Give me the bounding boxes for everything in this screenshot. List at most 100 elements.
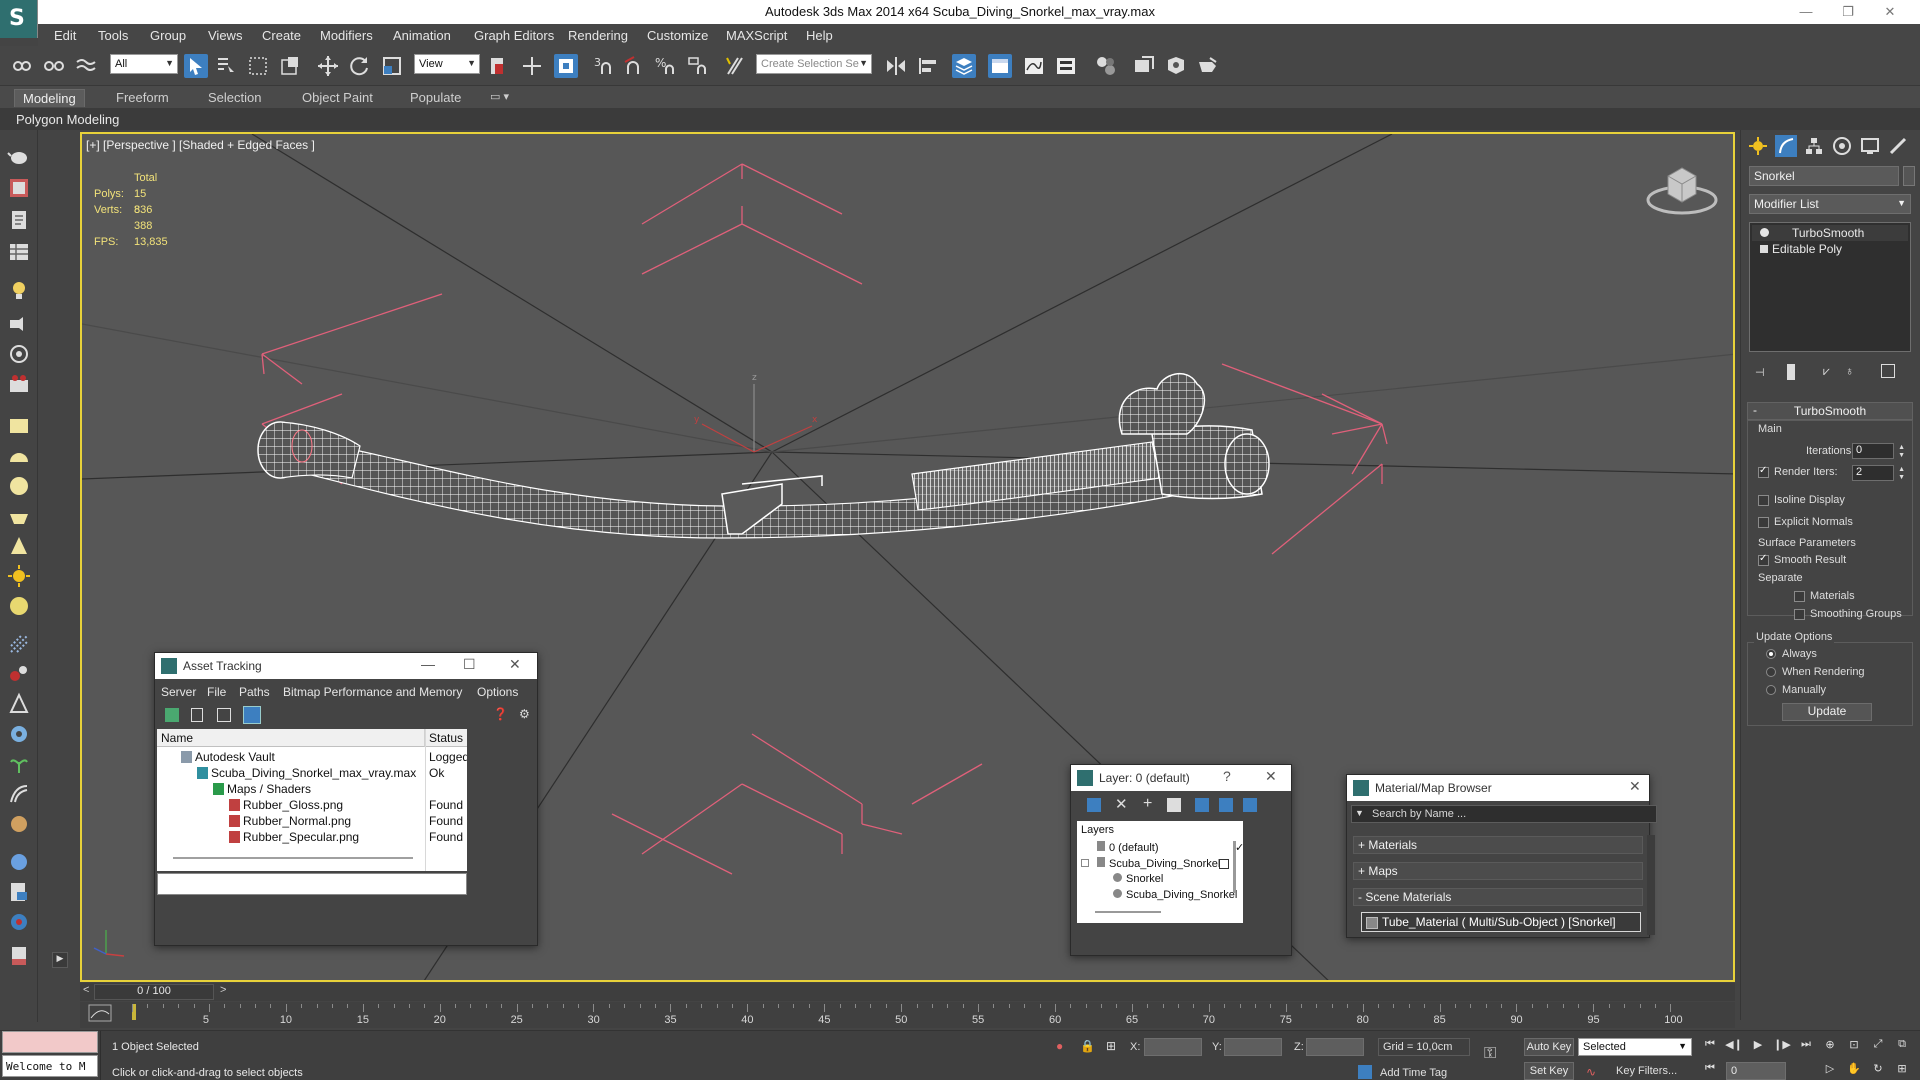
object-name-field[interactable]: Snorkel: [1749, 166, 1899, 186]
settings-icon[interactable]: ⚙: [519, 707, 530, 721]
restore-button[interactable]: ❐: [1828, 0, 1868, 24]
close-button[interactable]: ✕: [1870, 0, 1910, 24]
cloth-icon[interactable]: [7, 812, 31, 836]
key-filters-button[interactable]: Key Filters...: [1616, 1065, 1677, 1077]
tab-modeling[interactable]: Modeling: [14, 89, 85, 107]
asset-minimize-button[interactable]: —: [421, 656, 435, 672]
light-bulb-icon[interactable]: [1760, 228, 1769, 237]
layer-titlebar[interactable]: Layer: 0 (default) ? ✕: [1071, 765, 1291, 791]
table-row[interactable]: Rubber_Gloss.png Found: [157, 797, 467, 813]
modifier-stack[interactable]: TurboSmooth Editable Poly: [1749, 222, 1911, 352]
select-layer-objects-icon[interactable]: [1167, 798, 1181, 812]
key-mode-icon[interactable]: ⚿: [1484, 1045, 1496, 1063]
go-to-end-icon[interactable]: ⏭: [1796, 1038, 1816, 1056]
layer-item-scuba[interactable]: Scuba_Diving_Snorkel: [1081, 857, 1229, 873]
reference-coordinate-dropdown[interactable]: View ▼: [414, 54, 480, 74]
menu-group[interactable]: Group: [150, 28, 186, 43]
asset-path-field[interactable]: [157, 873, 467, 895]
manipulate-icon[interactable]: [520, 54, 544, 78]
dome-icon[interactable]: [7, 444, 31, 468]
align-icon[interactable]: [916, 54, 940, 78]
update-manually-radio[interactable]: [1766, 685, 1776, 695]
modify-tab-icon[interactable]: [1775, 135, 1797, 157]
material-search-input[interactable]: Search by Name ...: [1351, 805, 1657, 823]
material-browser-scrollbar[interactable]: [1647, 835, 1655, 935]
sphere-icon[interactable]: [7, 474, 31, 498]
table-row[interactable]: Maps / Shaders: [157, 781, 467, 797]
x-coordinate-field[interactable]: [1144, 1038, 1202, 1056]
asset-close-button[interactable]: ✕: [509, 656, 521, 673]
mini-curve-editor-icon[interactable]: [88, 1004, 112, 1022]
menu-customize[interactable]: Customize: [647, 28, 708, 43]
light-bulb-icon[interactable]: [7, 278, 31, 302]
play-icon[interactable]: ▶: [1748, 1038, 1768, 1056]
motion-tab-icon[interactable]: [1831, 135, 1853, 157]
tree-view-icon[interactable]: [217, 708, 231, 722]
viewcube-icon[interactable]: [1644, 156, 1720, 216]
menu-graph-editors[interactable]: Graph Editors: [474, 28, 554, 43]
app-logo-icon[interactable]: S: [0, 0, 38, 38]
selection-filter-dropdown[interactable]: All ▼: [110, 54, 178, 74]
key-curve-icon[interactable]: ∿: [1586, 1065, 1596, 1079]
layer-object-snorkel[interactable]: Snorkel: [1113, 873, 1163, 889]
material-map-browser-window[interactable]: Material/Map Browser ✕ Search by Name ..…: [1346, 774, 1657, 938]
unlink-icon[interactable]: [42, 54, 66, 78]
asset-tracking-titlebar[interactable]: Asset Tracking — ☐ ✕: [155, 653, 537, 679]
video-camera-icon[interactable]: [7, 372, 31, 396]
hair-icon[interactable]: [7, 782, 31, 806]
hide-layers-icon[interactable]: [1219, 798, 1233, 812]
tab-object-paint[interactable]: Object Paint: [294, 89, 381, 107]
material-browser-close-button[interactable]: ✕: [1629, 778, 1641, 795]
angle-snap-icon[interactable]: [622, 54, 646, 78]
material-ball-icon[interactable]: [7, 594, 31, 618]
y-coordinate-field[interactable]: [1224, 1038, 1282, 1056]
display-tab-icon[interactable]: [1859, 135, 1881, 157]
set-key-button[interactable]: Set Key: [1524, 1062, 1574, 1080]
particle-icon[interactable]: [7, 662, 31, 686]
tab-freeform[interactable]: Freeform: [108, 89, 177, 107]
tab-populate[interactable]: Populate: [402, 89, 469, 107]
group-scene-materials[interactable]: - Scene Materials: [1353, 888, 1643, 906]
layer-close-button[interactable]: ✕: [1265, 768, 1277, 785]
z-coordinate-field[interactable]: [1306, 1038, 1364, 1056]
absolute-mode-icon[interactable]: ⊞: [1106, 1039, 1116, 1053]
key-mode-toggle-icon[interactable]: ⏮: [1700, 1062, 1720, 1080]
bind-space-warp-icon[interactable]: [74, 54, 98, 78]
previous-frame-icon[interactable]: ◀❙: [1724, 1038, 1744, 1056]
next-frame-arrow[interactable]: >: [220, 984, 226, 996]
listener-input[interactable]: Welcome to M: [2, 1055, 98, 1077]
track-bar[interactable]: 5 10 15 20 25 30 35 40 45 50 55 60 65 70 75 80 85 90 95 100: [80, 1002, 1735, 1028]
zoom-all-icon[interactable]: ⤢: [1868, 1038, 1888, 1056]
helper-dots-icon[interactable]: [7, 632, 31, 656]
rectangular-selection-icon[interactable]: [246, 54, 270, 78]
render-iters-spinner[interactable]: 2 ▲ ▼: [1852, 465, 1905, 481]
key-mode-dropdown[interactable]: Selected ▼: [1578, 1038, 1692, 1056]
freeze-layers-icon[interactable]: [1243, 798, 1257, 812]
go-to-start-icon[interactable]: ⏮: [1700, 1038, 1720, 1056]
plant-icon[interactable]: [7, 752, 31, 776]
menu-maxscript[interactable]: MAXScript: [726, 28, 787, 43]
isolate-icon[interactable]: ●: [1056, 1039, 1063, 1053]
layer-object-scuba[interactable]: Scuba_Diving_Snorkel: [1113, 889, 1237, 905]
viewport-label[interactable]: [+] [Perspective ] [Shaded + Edged Faces…: [86, 138, 315, 152]
asset-menu-paths[interactable]: Paths: [239, 685, 270, 699]
current-frame-field[interactable]: 0: [1726, 1062, 1786, 1080]
orbit-icon[interactable]: ↻: [1868, 1062, 1888, 1080]
camera-icon[interactable]: [7, 342, 31, 366]
document-icon[interactable]: [7, 208, 31, 232]
ribbon-options-icon[interactable]: ▭ ▾: [482, 89, 517, 107]
edit-named-selection-icon[interactable]: [724, 54, 748, 78]
add-to-layer-icon[interactable]: +: [1143, 795, 1152, 813]
layer-list[interactable]: Layers 0 (default) ✓ Scuba_Diving_Snorkel…: [1077, 821, 1243, 923]
maxscript-mini-listener[interactable]: [2, 1031, 98, 1053]
configure-modifier-sets-icon[interactable]: [1881, 364, 1895, 378]
selection-lock-icon[interactable]: 🔒: [1080, 1039, 1095, 1053]
schematic-view-icon[interactable]: [1054, 54, 1078, 78]
layer-manager-icon[interactable]: [952, 54, 976, 78]
mirror-icon[interactable]: [884, 54, 908, 78]
table-row[interactable]: Autodesk Vault Logged Out ...: [157, 749, 467, 765]
horizontal-scrollbar[interactable]: [173, 857, 413, 859]
hierarchy-tab-icon[interactable]: [1803, 135, 1825, 157]
asset-menu-bitmap[interactable]: Bitmap Performance and Memory: [283, 685, 462, 699]
plane-icon[interactable]: [7, 414, 31, 438]
